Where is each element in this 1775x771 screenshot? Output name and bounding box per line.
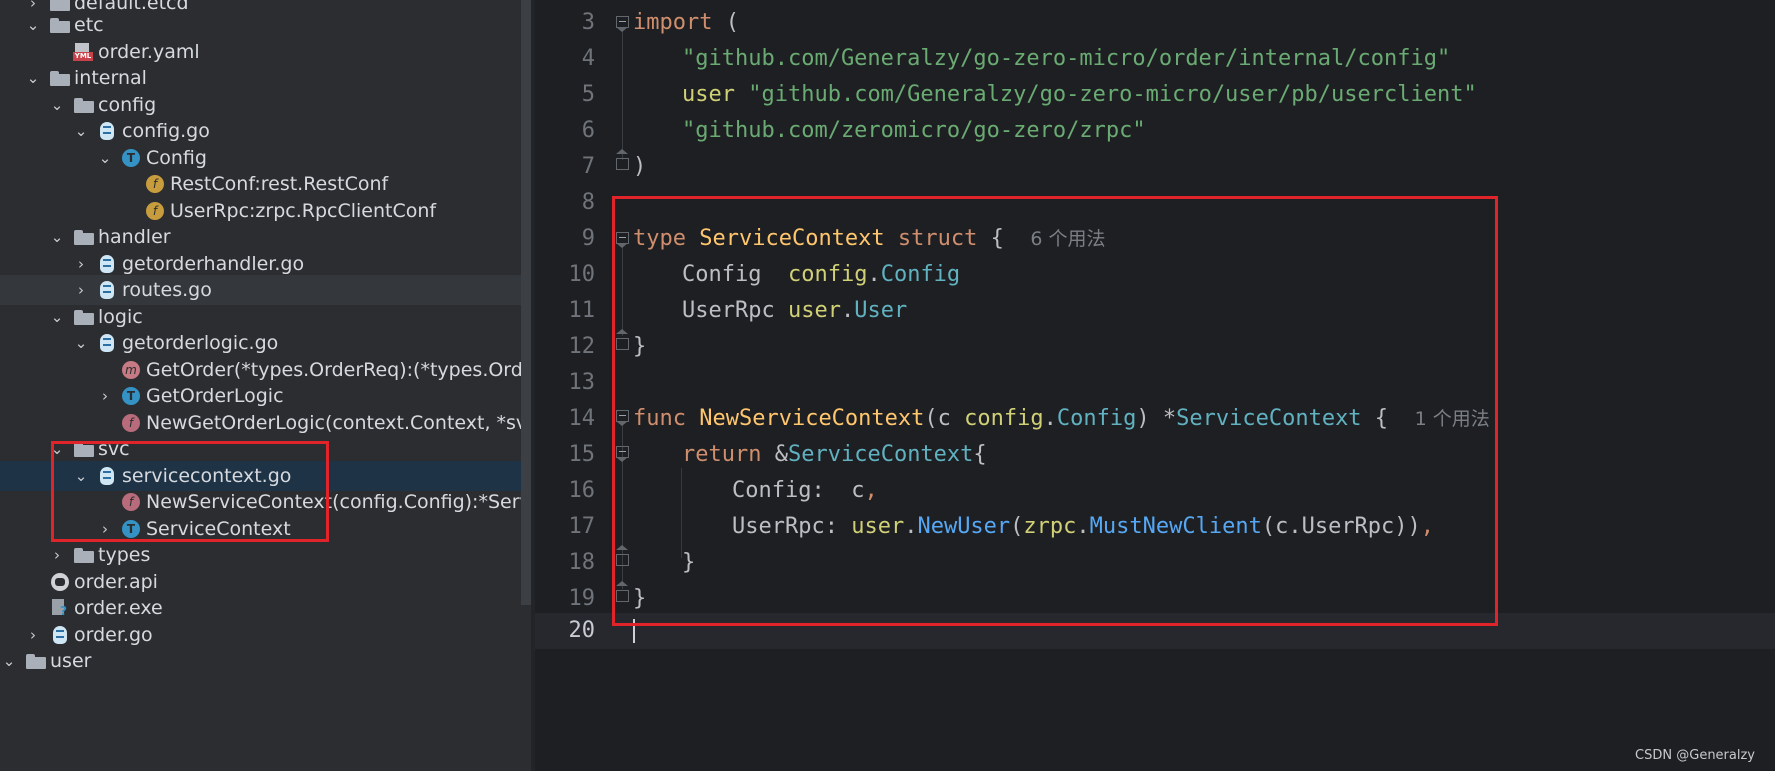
fold-toggle-icon[interactable] <box>616 16 629 32</box>
chevron-right-icon[interactable]: › <box>98 381 112 411</box>
tree-item-etc[interactable]: ⌄ etc <box>0 10 600 40</box>
code-line-4[interactable]: "github.com/Generalzy/go-zero-micro/orde… <box>682 41 1450 77</box>
tree-item-label: etc <box>74 14 104 36</box>
keyword: import <box>633 10 713 35</box>
tree-item-label: internal <box>74 67 147 89</box>
line-number: 16 <box>568 478 596 503</box>
string-literal: "github.com/Generalzy/go-zero-micro/orde… <box>682 46 1451 71</box>
go-file-icon <box>53 626 67 644</box>
yaml-file-icon: YML <box>73 43 93 61</box>
tree-item-user[interactable]: ⌄ user <box>0 646 600 676</box>
tree-item-label: config.go <box>122 120 210 142</box>
tree-item-label: handler <box>98 226 171 248</box>
folder-icon <box>74 230 94 245</box>
line-number: 14 <box>568 406 596 431</box>
tree-item-restconf[interactable]: f RestConf:rest.RestConf <box>0 169 600 199</box>
folder-icon <box>74 98 94 113</box>
chevron-down-icon[interactable]: ⌄ <box>2 646 16 676</box>
chevron-down-icon[interactable]: ⌄ <box>74 328 88 358</box>
tree-item-label: GetOrderLogic <box>146 385 284 407</box>
line-number: 12 <box>568 334 596 359</box>
go-file-icon <box>100 334 114 352</box>
tree-item-order-exe[interactable]: ? order.exe <box>0 593 600 623</box>
code-text: ) <box>633 154 647 179</box>
line-number: 6 <box>581 118 595 143</box>
line-number: 18 <box>568 550 596 575</box>
code-line-5[interactable]: user "github.com/Generalzy/go-zero-micro… <box>682 77 1477 113</box>
go-file-icon <box>100 281 114 299</box>
annotation-highlight-box <box>51 441 329 542</box>
folder-icon <box>50 71 70 86</box>
line-number: 9 <box>581 226 595 251</box>
function-icon: f <box>122 414 140 432</box>
tree-item-routes-go[interactable]: › routes.go <box>0 275 600 305</box>
code-line-3[interactable]: import ( <box>633 5 739 41</box>
folder-icon <box>26 654 46 669</box>
go-file-icon <box>100 122 114 140</box>
type-icon: T <box>122 149 140 167</box>
tree-item-getorderlogic-type[interactable]: › T GetOrderLogic <box>0 381 600 411</box>
code-line-7[interactable]: ) <box>633 149 646 185</box>
line-number: 3 <box>581 10 595 35</box>
line-number: 20 <box>568 618 596 643</box>
line-number: 15 <box>568 442 596 467</box>
code-line-6[interactable]: "github.com/zeromicro/go-zero/zrpc" <box>682 113 1146 149</box>
line-number: 10 <box>568 262 596 287</box>
watermark: CSDN @Generalzy <box>1635 748 1755 763</box>
tree-item-label: user <box>50 650 92 672</box>
go-file-icon <box>100 255 114 273</box>
chevron-right-icon[interactable]: › <box>74 275 88 305</box>
tree-item-label: types <box>98 544 151 566</box>
fold-end-icon[interactable] <box>616 149 629 170</box>
line-number: 17 <box>568 514 596 539</box>
chevron-down-icon[interactable]: ⌄ <box>26 63 40 93</box>
tree-scrollbar[interactable] <box>521 0 531 605</box>
folder-icon <box>50 18 70 33</box>
line-number: 13 <box>568 370 596 395</box>
tree-item-getorderlogic-go[interactable]: ⌄ getorderlogic.go <box>0 328 600 358</box>
tree-item-label: order.exe <box>74 597 163 619</box>
unknown-file-icon: ? <box>52 599 68 617</box>
line-number: 11 <box>568 298 596 323</box>
tree-item-internal[interactable]: ⌄ internal <box>0 63 600 93</box>
tree-item-label: RestConf:rest.RestConf <box>170 173 389 195</box>
chevron-down-icon[interactable]: ⌄ <box>50 222 64 252</box>
fold-guide <box>622 30 623 160</box>
folder-icon <box>74 310 94 325</box>
project-tree: › default.etcd ⌄ etc YML order.yaml ⌄ in… <box>0 0 600 771</box>
string-literal: "github.com/zeromicro/go-zero/zrpc" <box>682 118 1146 143</box>
code-text: ( <box>712 10 739 35</box>
string-literal: "github.com/Generalzy/go-zero-micro/user… <box>748 82 1477 107</box>
chevron-down-icon[interactable]: ⌄ <box>26 10 40 40</box>
field-icon: f <box>146 202 164 220</box>
line-number: 5 <box>581 82 595 107</box>
import-alias: user <box>682 82 735 107</box>
line-number: 7 <box>581 154 595 179</box>
chevron-right-icon[interactable]: › <box>50 540 64 570</box>
tree-item-label: routes.go <box>122 279 212 301</box>
tree-item-handler[interactable]: ⌄ handler <box>0 222 600 252</box>
api-file-icon <box>51 573 69 591</box>
method-icon: m <box>122 361 140 379</box>
chevron-down-icon[interactable]: ⌄ <box>74 116 88 146</box>
type-icon: T <box>122 387 140 405</box>
line-number: 19 <box>568 586 596 611</box>
tree-item-config-go[interactable]: ⌄ config.go <box>0 116 600 146</box>
line-number: 4 <box>581 46 595 71</box>
tree-item-types[interactable]: › types <box>0 540 600 570</box>
field-icon: f <box>146 175 164 193</box>
folder-icon <box>74 548 94 563</box>
tree-item-label: getorderlogic.go <box>122 332 279 354</box>
line-number: 8 <box>581 190 595 215</box>
annotation-highlight-box <box>612 196 1498 626</box>
